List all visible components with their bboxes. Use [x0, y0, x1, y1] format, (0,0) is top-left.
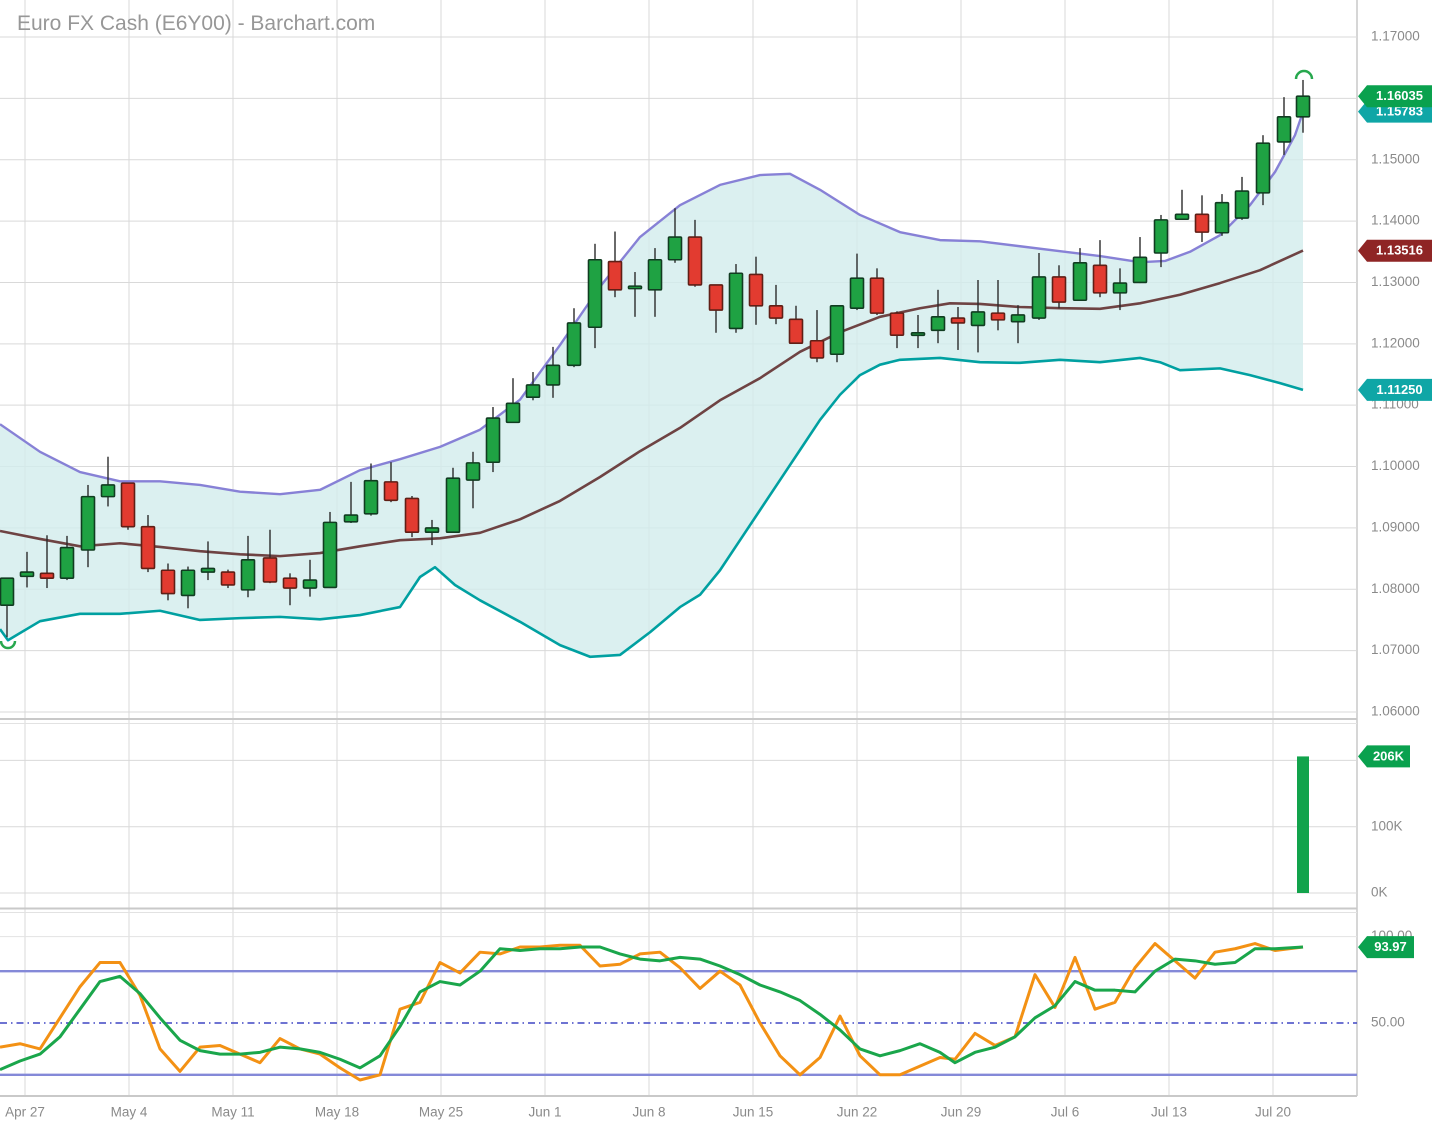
candle[interactable] — [447, 468, 460, 533]
candle[interactable] — [1155, 215, 1168, 267]
chart-canvas[interactable]: 1.170001.150001.140001.130001.120001.110… — [0, 0, 1432, 1131]
svg-text:1.14000: 1.14000 — [1371, 213, 1420, 228]
period-high-arc-icon — [1296, 71, 1312, 79]
svg-text:May 4: May 4 — [111, 1105, 148, 1120]
svg-text:May 18: May 18 — [315, 1105, 359, 1120]
svg-text:1.12000: 1.12000 — [1371, 335, 1420, 350]
svg-text:Jun 15: Jun 15 — [733, 1105, 774, 1120]
bollinger-area — [0, 112, 1303, 657]
candle[interactable] — [222, 570, 235, 588]
chart-title: Euro FX Cash (E6Y00) - Barchart.com — [17, 12, 375, 36]
svg-text:May 25: May 25 — [419, 1105, 463, 1120]
candle[interactable] — [1094, 240, 1107, 297]
svg-text:Jul 6: Jul 6 — [1051, 1105, 1080, 1120]
svg-text:May 11: May 11 — [211, 1105, 254, 1120]
candle[interactable] — [1134, 237, 1147, 283]
middle-band-badge: 1.13516 — [1358, 240, 1432, 262]
svg-text:0K: 0K — [1371, 885, 1388, 900]
svg-text:1.06000: 1.06000 — [1371, 704, 1420, 719]
svg-text:1.16035: 1.16035 — [1376, 88, 1423, 103]
candle[interactable] — [609, 232, 622, 298]
volume-series — [1297, 756, 1309, 893]
candle[interactable] — [122, 483, 135, 530]
svg-text:Apr 27: Apr 27 — [5, 1105, 45, 1120]
candle[interactable] — [730, 264, 743, 333]
svg-text:1.10000: 1.10000 — [1371, 458, 1420, 473]
svg-text:Jun 29: Jun 29 — [941, 1105, 982, 1120]
svg-text:Jun 1: Jun 1 — [528, 1105, 561, 1120]
svg-text:50.00: 50.00 — [1371, 1015, 1405, 1030]
svg-text:1.08000: 1.08000 — [1371, 581, 1420, 596]
svg-text:1.15000: 1.15000 — [1371, 151, 1420, 166]
svg-text:Jul 20: Jul 20 — [1255, 1105, 1291, 1120]
barchart-interactive-chart[interactable]: Euro FX Cash (E6Y00) - Barchart.com 1.17… — [0, 0, 1432, 1131]
candle[interactable] — [1176, 190, 1189, 220]
svg-text:Jun 22: Jun 22 — [837, 1105, 878, 1120]
svg-text:100K: 100K — [1371, 818, 1403, 833]
svg-text:1.07000: 1.07000 — [1371, 642, 1420, 657]
volume-bar — [1297, 756, 1309, 893]
svg-text:Jul 13: Jul 13 — [1151, 1105, 1187, 1120]
lower-band-badge: 1.11250 — [1358, 379, 1432, 401]
period-low-arc-icon — [1, 641, 15, 648]
svg-text:93.97: 93.97 — [1374, 939, 1407, 954]
candle[interactable] — [1216, 194, 1229, 236]
svg-text:1.09000: 1.09000 — [1371, 519, 1420, 534]
svg-text:1.11250: 1.11250 — [1376, 382, 1422, 397]
svg-text:1.13516: 1.13516 — [1376, 243, 1423, 258]
last-price-badge: 1.16035 — [1358, 85, 1432, 107]
oscillator-panel — [0, 944, 1357, 1080]
oscillator-orange-line — [0, 944, 1303, 1080]
svg-text:206K: 206K — [1373, 748, 1405, 763]
candle[interactable] — [1196, 195, 1209, 242]
stochastic-badge: 93.97 — [1358, 936, 1414, 958]
panel-borders — [0, 719, 1357, 1096]
candle[interactable] — [831, 305, 844, 362]
volume-badge: 206K — [1358, 745, 1410, 767]
svg-text:Jun 8: Jun 8 — [632, 1105, 665, 1120]
bollinger-bands — [0, 112, 1303, 657]
candle[interactable] — [406, 496, 419, 537]
candle[interactable] — [1236, 177, 1249, 220]
svg-text:1.17000: 1.17000 — [1371, 29, 1420, 44]
svg-text:1.13000: 1.13000 — [1371, 274, 1420, 289]
candle[interactable] — [324, 512, 337, 588]
